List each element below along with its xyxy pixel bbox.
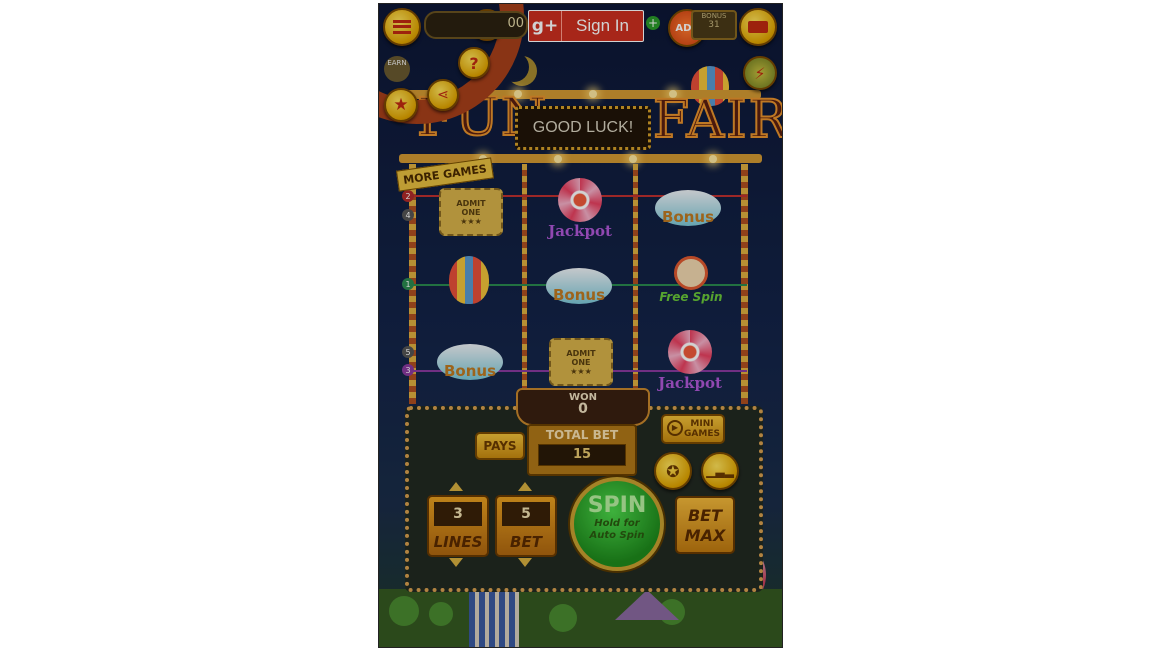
won-value: 0 bbox=[578, 401, 588, 417]
help-icon: ? bbox=[469, 53, 479, 73]
bonus-symbol: Bonus bbox=[437, 344, 503, 380]
tower-decoration bbox=[469, 592, 519, 647]
spin-button[interactable]: SPIN Hold for Auto Spin bbox=[570, 477, 664, 571]
menu-button[interactable] bbox=[383, 8, 421, 46]
total-bet-display: TOTAL BET 15 bbox=[527, 424, 637, 476]
marquee-title-right: FAIR bbox=[652, 89, 783, 151]
bet-increase-arrow[interactable] bbox=[518, 482, 532, 491]
earn-label: EARN bbox=[387, 59, 407, 67]
lines-label: LINES bbox=[433, 533, 483, 551]
lines-button[interactable]: 3 LINES bbox=[427, 495, 489, 557]
mini-games-label: MINI bbox=[690, 419, 714, 429]
bet-max-label: BET bbox=[687, 506, 723, 525]
ticket-text: ONE bbox=[571, 357, 591, 367]
balloon-symbol bbox=[449, 256, 489, 304]
payline-marker: 1 bbox=[402, 278, 414, 290]
ticket-text: ADMIT bbox=[566, 348, 596, 358]
spin-hint: Auto Spin bbox=[589, 530, 645, 541]
pays-button[interactable]: PAYS bbox=[475, 432, 525, 460]
mini-games-button[interactable]: ▶ MINI GAMES bbox=[661, 414, 725, 444]
ticket-symbol: ADMIT ONE ★★★ bbox=[439, 188, 503, 236]
bet-button[interactable]: 5 BET bbox=[495, 495, 557, 557]
bonus-timer-value: 31 bbox=[708, 20, 720, 30]
menu-icon bbox=[393, 20, 411, 34]
bonus-timer[interactable]: BONUS 31 bbox=[691, 10, 737, 40]
jackpot-symbol: Jackpot bbox=[657, 330, 723, 392]
star-icon: ★ bbox=[393, 95, 409, 115]
mini-games-label: GAMES bbox=[684, 429, 720, 439]
podium-icon: ▁▃▂ bbox=[706, 464, 734, 478]
payline-marker: 5 bbox=[402, 346, 414, 358]
free-spin-symbol: Free Spin bbox=[659, 256, 723, 304]
clown-icon bbox=[674, 256, 708, 290]
marquee-light bbox=[589, 90, 597, 98]
ticket-text: ADMIT bbox=[456, 198, 486, 208]
game-screen: FUN FAIR GOOD LUCK! 2 4 1 5 3 ADMIT ONE … bbox=[378, 3, 783, 648]
ferris-wheel-icon bbox=[668, 330, 712, 374]
bonus-symbol: Bonus bbox=[546, 268, 612, 304]
marquee-light bbox=[629, 155, 637, 163]
bet-max-button[interactable]: BET MAX bbox=[675, 496, 735, 554]
google-sign-in-button[interactable]: g+ Sign In bbox=[528, 10, 644, 42]
ticket-text: ONE bbox=[461, 207, 481, 217]
tree bbox=[389, 596, 419, 626]
jackpot-symbol: Jackpot bbox=[547, 178, 613, 240]
lines-increase-arrow[interactable] bbox=[449, 482, 463, 491]
bet-decrease-arrow[interactable] bbox=[518, 558, 532, 567]
marquee-light bbox=[709, 155, 717, 163]
ticket-text: ★★★ bbox=[460, 216, 482, 226]
share-icon: ⋖ bbox=[437, 87, 449, 103]
share-button[interactable]: ⋖ bbox=[427, 79, 459, 111]
ticket-symbol: ADMIT ONE ★★★ bbox=[549, 338, 613, 386]
add-coins-button[interactable]: + bbox=[646, 16, 660, 30]
coin-balance: 00 bbox=[424, 11, 528, 39]
won-display: WON 0 bbox=[516, 388, 650, 426]
ticket-text: ★★★ bbox=[570, 366, 592, 376]
achievements-button[interactable]: ✪ bbox=[654, 452, 692, 490]
coin-balance-value: 00 bbox=[507, 16, 524, 31]
earn-button[interactable]: EARN bbox=[384, 56, 410, 82]
rate-button[interactable]: ★ bbox=[384, 88, 418, 122]
slot-machine-button[interactable] bbox=[739, 8, 777, 46]
jackpot-label: Jackpot bbox=[548, 222, 612, 240]
payline-marker: 3 bbox=[402, 364, 414, 376]
sign-in-label: Sign In bbox=[576, 16, 629, 35]
lines-decrease-arrow[interactable] bbox=[449, 558, 463, 567]
jackpot-label: Jackpot bbox=[658, 374, 722, 392]
slot-machine-icon bbox=[748, 21, 768, 33]
leaderboard-button[interactable]: ▁▃▂ bbox=[701, 452, 739, 490]
payline-marker: 2 bbox=[402, 190, 414, 202]
bonus-symbol: Bonus bbox=[655, 190, 721, 226]
lightning-button[interactable]: ⚡ bbox=[743, 56, 777, 90]
trophy-icon: ✪ bbox=[666, 461, 680, 481]
payline-marker: 4 bbox=[402, 209, 414, 221]
tree bbox=[429, 602, 453, 626]
tree bbox=[549, 604, 577, 632]
spin-label: SPIN bbox=[587, 493, 647, 518]
total-bet-value: 15 bbox=[538, 444, 626, 466]
bonus-label: BONUS bbox=[701, 12, 727, 20]
lightning-icon: ⚡ bbox=[754, 63, 766, 83]
bet-value: 5 bbox=[502, 502, 550, 526]
bet-label: BET bbox=[510, 533, 542, 551]
lines-value: 3 bbox=[434, 502, 482, 526]
spin-hint: Hold for bbox=[594, 518, 640, 529]
free-spin-label: Free Spin bbox=[659, 290, 723, 304]
play-icon: ▶ bbox=[667, 420, 683, 436]
good-luck-message: GOOD LUCK! bbox=[515, 106, 651, 150]
total-bet-label: TOTAL BET bbox=[545, 428, 619, 442]
ferris-wheel-icon bbox=[558, 178, 602, 222]
google-plus-icon: g+ bbox=[529, 11, 562, 41]
bet-max-label: MAX bbox=[684, 526, 726, 545]
marquee-light bbox=[554, 155, 562, 163]
help-button[interactable]: ? bbox=[458, 47, 490, 79]
tent-decoration bbox=[615, 590, 679, 620]
